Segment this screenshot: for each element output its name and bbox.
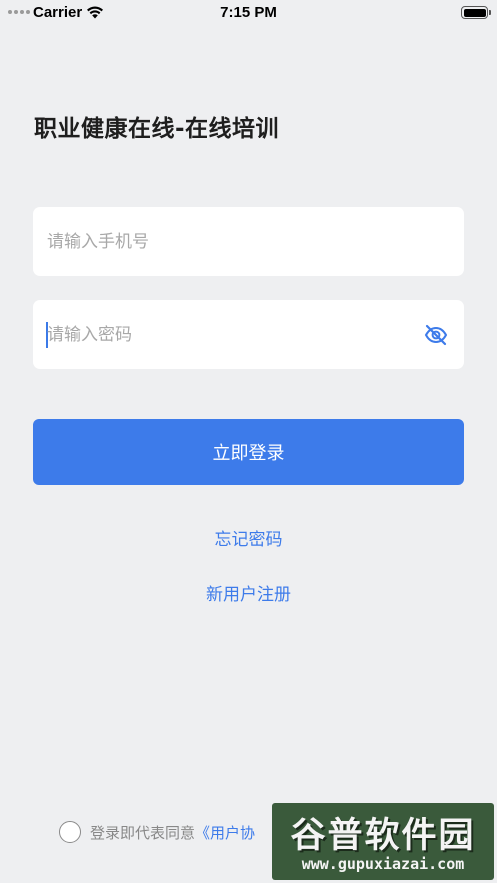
watermark-name: 谷普软件园 [290, 816, 476, 856]
status-time: 7:15 PM [220, 4, 277, 21]
password-input[interactable] [47, 300, 407, 369]
watermark-url: www.gupuxiazai.com [301, 855, 465, 873]
phone-field [33, 207, 464, 276]
battery-icon [461, 6, 491, 19]
agreement-radio-icon[interactable] [59, 821, 81, 843]
forgot-password-link[interactable]: 忘记密码 [0, 525, 497, 550]
agreement-text: 登录即代表同意 [90, 823, 196, 842]
page-title: 职业健康在线-在线培训 [34, 116, 280, 142]
eye-off-icon[interactable] [424, 324, 448, 346]
login-button[interactable]: 立即登录 [33, 419, 464, 485]
phone-input[interactable] [47, 207, 407, 276]
watermark-logo: 谷普软件园 www.gupuxiazai.com [272, 803, 494, 880]
password-field [33, 300, 464, 369]
status-bar: Carrier 7:15 PM [0, 0, 497, 26]
register-link[interactable]: 新用户注册 [0, 580, 497, 605]
user-agreement-link[interactable]: 《用户协 [195, 822, 255, 843]
agreement-row: 登录即代表同意 《用户协 [59, 820, 255, 844]
